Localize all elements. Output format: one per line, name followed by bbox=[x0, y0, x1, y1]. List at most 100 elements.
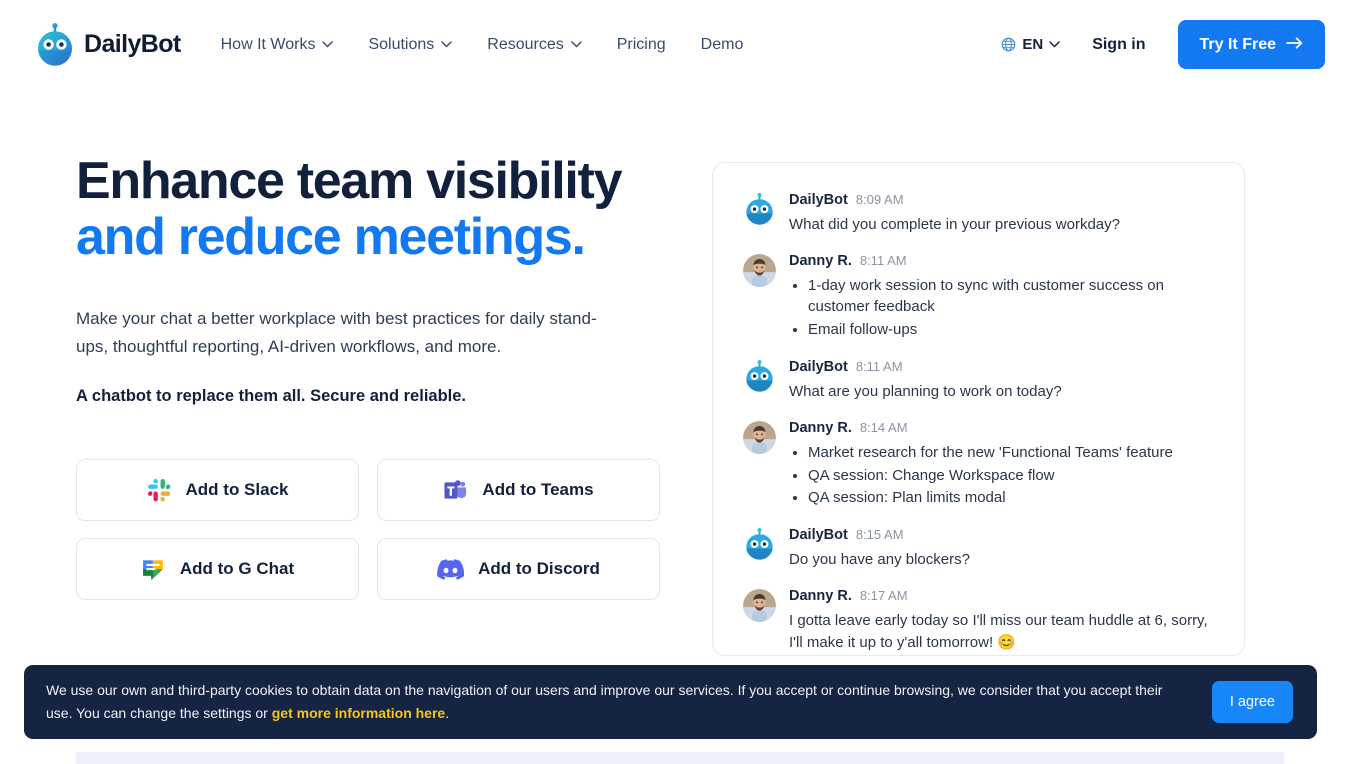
button-label: Add to G Chat bbox=[179, 559, 295, 579]
dailybot-avatar bbox=[743, 528, 776, 561]
chat-preview-panel: DailyBot 8:09 AM What did you complete i… bbox=[712, 162, 1245, 656]
integration-buttons-grid: Add to Slack Add to Teams Add to G Chat … bbox=[76, 459, 666, 601]
language-label: EN bbox=[1022, 36, 1044, 53]
chat-message: DailyBot 8:11 AM What are you planning t… bbox=[743, 359, 1216, 402]
nav-item-how-it-works[interactable]: How It Works bbox=[221, 36, 334, 54]
nav-item-pricing[interactable]: Pricing bbox=[617, 36, 666, 54]
chat-bullet: 1-day work session to sync with customer… bbox=[808, 275, 1216, 318]
globe-icon bbox=[1001, 37, 1016, 52]
chat-bullet: QA session: Change Workspace flow bbox=[808, 465, 1216, 486]
chat-bullet-list: Market research for the new 'Functional … bbox=[789, 442, 1216, 508]
dailybot-avatar bbox=[743, 360, 776, 393]
chat-message: Danny R. 8:17 AM I gotta leave early tod… bbox=[743, 588, 1216, 653]
chat-message-header: Danny R. 8:17 AM bbox=[789, 588, 1216, 605]
chat-message-body: Danny R. 8:14 AM Market research for the… bbox=[789, 420, 1216, 509]
hero-left-column: Enhance team visibility and reduce meeti… bbox=[41, 152, 666, 656]
chat-author: DailyBot bbox=[789, 527, 848, 544]
chat-author: DailyBot bbox=[789, 192, 848, 208]
chat-message: DailyBot 8:09 AM What did you complete i… bbox=[743, 192, 1216, 235]
headline-line-2: and reduce meetings. bbox=[76, 207, 586, 266]
chat-message-header: DailyBot 8:09 AM bbox=[789, 192, 1216, 209]
nav-item-demo[interactable]: Demo bbox=[701, 36, 744, 54]
brand-name: DailyBot bbox=[84, 30, 181, 58]
chat-text: What did you complete in your previous w… bbox=[789, 215, 1120, 233]
page-title: Enhance team visibility and reduce meeti… bbox=[76, 152, 666, 266]
microsoft-teams-icon bbox=[443, 478, 468, 503]
discord-icon bbox=[437, 559, 465, 580]
chat-text: Do you have any blockers? bbox=[789, 551, 970, 569]
brand-logo-link[interactable]: DailyBot bbox=[35, 22, 181, 67]
chat-text: I gotta leave early today so I'll miss o… bbox=[789, 612, 1208, 651]
nav-label: Demo bbox=[700, 35, 744, 53]
chat-timestamp: 8:14 AM bbox=[859, 420, 908, 436]
chevron-down-icon bbox=[571, 41, 582, 48]
chat-message-body: DailyBot 8:09 AM What did you complete i… bbox=[789, 192, 1216, 235]
chat-bullet-list: 1-day work session to sync with customer… bbox=[789, 275, 1216, 340]
chat-text: What are you planning to work on today? bbox=[789, 383, 1062, 400]
google-chat-icon bbox=[141, 557, 166, 582]
primary-nav-links: How It Works Solutions Resources Pricing bbox=[221, 36, 744, 54]
chat-message-header: DailyBot 8:15 AM bbox=[789, 527, 1216, 544]
chat-message: Danny R. 8:11 AM 1-day work session to s… bbox=[743, 253, 1216, 341]
cookie-consent-banner: We use our own and third-party cookies t… bbox=[24, 665, 1317, 739]
chat-message-body: DailyBot 8:15 AM Do you have any blocker… bbox=[789, 527, 1216, 570]
slack-icon bbox=[147, 478, 172, 503]
nav-label: Resources bbox=[487, 35, 564, 53]
add-to-slack-button[interactable]: Add to Slack bbox=[76, 459, 359, 522]
hero-bold-line: A chatbot to replace them all. Secure an… bbox=[76, 387, 467, 406]
page-root: DailyBot How It Works Solutions Resource… bbox=[0, 0, 1360, 764]
chat-timestamp: 8:17 AM bbox=[859, 588, 908, 604]
nav-label: How It Works bbox=[220, 35, 316, 53]
chat-timestamp: 8:11 AM bbox=[855, 359, 903, 375]
button-label: Add to Discord bbox=[478, 559, 600, 579]
nav-label: Pricing bbox=[616, 35, 666, 53]
chat-bullet: Email follow-ups bbox=[808, 319, 1216, 340]
user-photo-avatar bbox=[743, 589, 776, 623]
chat-message-body: DailyBot 8:11 AM What are you planning t… bbox=[789, 359, 1216, 402]
nav-item-solutions[interactable]: Solutions bbox=[368, 35, 453, 54]
chat-message-header: Danny R. 8:11 AM bbox=[789, 253, 1216, 270]
arrow-right-icon bbox=[1286, 36, 1303, 54]
chat-author: DailyBot bbox=[789, 359, 848, 376]
chat-author: Danny R. bbox=[789, 420, 852, 437]
button-label: Add to Slack bbox=[185, 480, 289, 500]
hero-paragraph: Make your chat a better workplace with b… bbox=[76, 309, 597, 356]
user-photo-avatar bbox=[743, 421, 776, 455]
nav-label: Solutions bbox=[368, 35, 435, 53]
dailybot-avatar bbox=[743, 193, 776, 226]
chat-timestamp: 8:11 AM bbox=[859, 253, 907, 269]
add-to-gchat-button[interactable]: Add to G Chat bbox=[76, 538, 359, 601]
chat-author: Danny R. bbox=[789, 253, 852, 270]
nav-item-resources[interactable]: Resources bbox=[487, 35, 582, 54]
dailybot-robot-logo-icon bbox=[35, 22, 75, 67]
next-section-strip bbox=[76, 752, 1284, 764]
chevron-down-icon bbox=[441, 41, 453, 48]
chat-bullet: QA session: Plan limits modal bbox=[808, 487, 1216, 508]
chat-bullet: Market research for the new 'Functional … bbox=[808, 442, 1216, 463]
add-to-discord-button[interactable]: Add to Discord bbox=[377, 538, 660, 601]
try-it-free-label: Try It Free bbox=[1199, 35, 1276, 53]
cookie-more-info-link[interactable]: get more information here bbox=[272, 705, 445, 721]
sign-in-link[interactable]: Sign in bbox=[1092, 36, 1145, 54]
button-label: Add to Teams bbox=[482, 480, 594, 500]
headline-line-1: Enhance team visibility bbox=[76, 152, 623, 210]
chat-message: DailyBot 8:15 AM Do you have any blocker… bbox=[743, 527, 1216, 570]
chevron-down-icon bbox=[322, 41, 334, 48]
cookie-text-before-link: We use our own and third-party cookies t… bbox=[46, 682, 1163, 721]
language-selector[interactable]: EN bbox=[1001, 36, 1060, 53]
chat-message-header: DailyBot 8:11 AM bbox=[789, 359, 1216, 376]
try-it-free-button[interactable]: Try It Free bbox=[1177, 20, 1325, 69]
chat-timestamp: 8:15 AM bbox=[855, 527, 904, 543]
chevron-down-icon bbox=[1049, 41, 1060, 48]
chat-timestamp: 8:09 AM bbox=[855, 192, 904, 207]
top-navigation-bar: DailyBot How It Works Solutions Resource… bbox=[0, 0, 1360, 89]
chat-author: Danny R. bbox=[789, 588, 852, 605]
chat-message-body: Danny R. 8:17 AM I gotta leave early tod… bbox=[789, 588, 1216, 653]
chat-message: Danny R. 8:14 AM Market research for the… bbox=[743, 420, 1216, 509]
cookie-agree-button[interactable]: I agree bbox=[1211, 681, 1293, 723]
nav-right-group: EN Sign in Try It Free bbox=[1001, 20, 1325, 69]
cookie-text-after-link: . bbox=[445, 705, 450, 721]
chat-message-header: Danny R. 8:14 AM bbox=[789, 420, 1216, 437]
hero-section: Enhance team visibility and reduce meeti… bbox=[0, 89, 1360, 656]
add-to-teams-button[interactable]: Add to Teams bbox=[377, 459, 660, 522]
